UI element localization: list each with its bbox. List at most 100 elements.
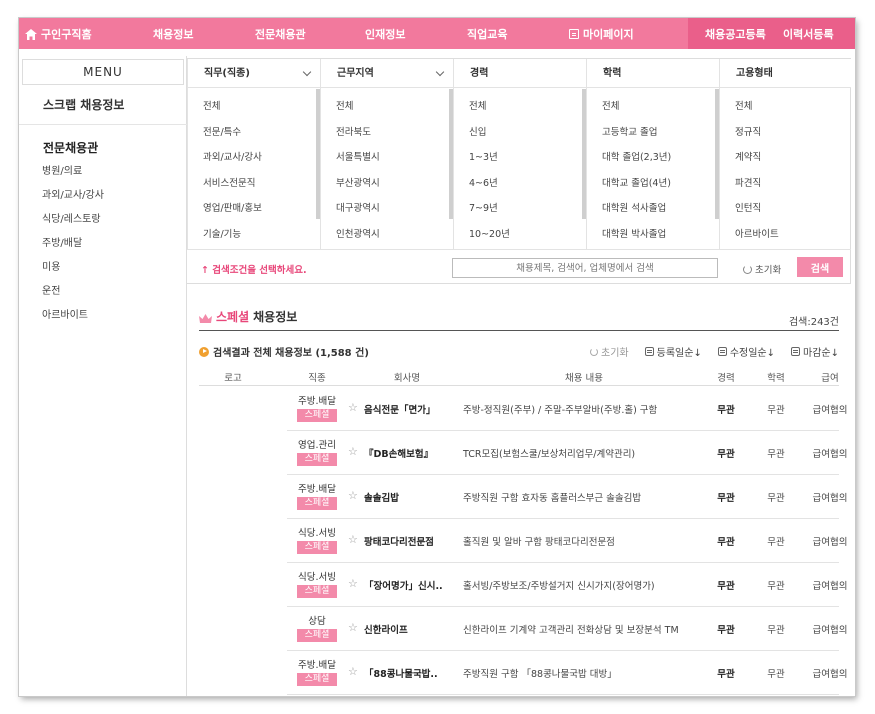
filter-option[interactable]: 전체	[203, 94, 320, 120]
filter-option[interactable]: 전문/특수	[203, 120, 320, 146]
result-summary: 검색결과 전체 채용정보 (1,588 건)	[199, 344, 369, 359]
filter-option[interactable]: 대학교 졸업(4년)	[602, 171, 719, 197]
sidebar-item-medical[interactable]: 병원/의료	[42, 160, 104, 184]
filter-option[interactable]: 계약직	[735, 145, 851, 171]
reset-button[interactable]: 초기화	[743, 262, 781, 276]
filter-option[interactable]: 전체	[735, 94, 851, 120]
sort-reset-button[interactable]: 초기화	[590, 344, 629, 359]
table-row[interactable]: 식당.서빙 스페셜 ☆ 「장어명가」신시.. 홀서빙/주방보조/주방설거지 신시…	[287, 563, 847, 607]
table-row[interactable]: 주방.배달 스페셜 ☆ 솔솔김밥 주방직원 구함 효자동 홈플러스부근 솔솔김밥…	[287, 475, 847, 519]
special-badge: 스페셜	[297, 629, 337, 642]
sort-modified-button[interactable]: 수정일순↓	[717, 344, 775, 359]
company-name[interactable]: 신한라이프	[364, 622, 408, 636]
column-header-company: 회사명	[393, 373, 421, 384]
sidebar-item-tutor[interactable]: 과외/교사/강사	[42, 184, 104, 208]
star-icon[interactable]: ☆	[348, 401, 358, 414]
education: 무관	[767, 490, 793, 504]
filter-option[interactable]: 10~20년	[469, 222, 586, 248]
filter-option[interactable]: 대학 졸업(2,3년)	[602, 145, 719, 171]
star-icon[interactable]: ☆	[348, 489, 358, 502]
star-icon[interactable]: ☆	[348, 577, 358, 590]
company-name[interactable]: 음식전문「면가」	[364, 402, 435, 416]
star-icon[interactable]: ☆	[348, 533, 358, 546]
filter-option[interactable]: 대학원 박사졸업	[602, 222, 719, 248]
nav-post-job[interactable]: 채용공고등록	[705, 26, 766, 42]
company-name[interactable]: 팡태코다리전문점	[364, 534, 434, 548]
filter-option[interactable]: 전체	[336, 94, 453, 120]
sidebar-item-parttime[interactable]: 아르바이트	[42, 304, 104, 328]
filter-option[interactable]: 대학원 석사졸업	[602, 196, 719, 222]
nav-home[interactable]: 구인구직홈	[25, 26, 92, 42]
filter-career-header: 경력	[454, 59, 586, 88]
filter-option[interactable]: 고등학교 졸업	[602, 120, 719, 146]
filter-option[interactable]: 정규직	[735, 120, 851, 146]
nav-specialist[interactable]: 전문채용관	[255, 26, 306, 42]
company-name[interactable]: 「88콩나물국밥..	[364, 666, 438, 680]
filter-option[interactable]: 7~9년	[469, 196, 586, 222]
scrap-jobs-link[interactable]: 스크랩 채용정보	[19, 85, 187, 125]
filter-option[interactable]: 전체	[602, 94, 719, 120]
filter-option[interactable]: 신입	[469, 120, 586, 146]
play-icon	[199, 346, 209, 357]
job-content[interactable]: 주방직원 구함 효자동 홈플러스부근 솔솔김밥	[463, 490, 641, 504]
filter-option[interactable]: 기술/기능	[203, 222, 320, 248]
sidebar-item-kitchen[interactable]: 주방/배달	[42, 232, 104, 256]
salary: 급여협의	[813, 446, 855, 460]
nav-talent[interactable]: 인재정보	[365, 26, 405, 42]
job-content[interactable]: 주방-정직원(주부) / 주말-주부알바(주방.홀) 구함	[463, 402, 657, 416]
company-name[interactable]: 솔솔김밥	[364, 490, 399, 504]
table-row[interactable]: 식당.서빙 스페셜 ☆ 팡태코다리전문점 홀직원 및 알바 구함 팡태코다리전문…	[287, 519, 847, 563]
job-content[interactable]: 홀직원 및 알바 구함 팡태코다리전문점	[463, 534, 615, 548]
nav-mypage[interactable]: 마이페이지	[569, 26, 634, 42]
filter-option[interactable]: 아르바이트	[735, 222, 851, 248]
star-icon[interactable]: ☆	[348, 445, 358, 458]
career-value: 무관	[717, 405, 735, 416]
search-input[interactable]	[452, 258, 718, 278]
filter-option[interactable]: 1~3년	[469, 145, 586, 171]
filter-option[interactable]: 영업/판매/홍보	[203, 196, 320, 222]
nav-education[interactable]: 직업교육	[467, 26, 507, 42]
chevron-down-icon	[435, 67, 445, 77]
filter-option[interactable]: 인턴직	[735, 196, 851, 222]
sidebar-item-driving[interactable]: 운전	[42, 280, 104, 304]
salary: 급여협의	[813, 402, 855, 416]
filter-option[interactable]: 부산광역시	[336, 171, 453, 197]
filter-option[interactable]: 전라북도	[336, 120, 453, 146]
table-row[interactable]: 주방.배달 스페셜 ☆ 음식전문「면가」 주방-정직원(주부) / 주말-주부알…	[287, 387, 847, 431]
sort-deadline-button[interactable]: 마감순↓	[791, 344, 839, 359]
special-title-highlight: 스페셜	[216, 310, 250, 324]
job-type: 식당.서빙	[298, 528, 336, 539]
job-content[interactable]: 주방직원 구함 「88콩나물국밥 대방」	[463, 666, 617, 680]
career-value: 무관	[717, 581, 735, 592]
company-name[interactable]: 『DB손해보험』	[364, 446, 433, 460]
filter-option[interactable]: 전체	[469, 94, 586, 120]
filter-option[interactable]: 4~6년	[469, 171, 586, 197]
job-content[interactable]: TCR모집(보험스쿨/보상처리업무/계약관리)	[463, 446, 635, 460]
sidebar-item-beauty[interactable]: 미용	[42, 256, 104, 280]
table-row[interactable]: 영업.관리 스페셜 ☆ 『DB손해보험』 TCR모집(보험스쿨/보상처리업무/계…	[287, 431, 847, 475]
job-content[interactable]: 홀서빙/주방보조/주방설거지 신시가지(장어명가)	[463, 578, 655, 592]
star-icon[interactable]: ☆	[348, 621, 358, 634]
star-icon[interactable]: ☆	[348, 665, 358, 678]
salary-value: 급여협의	[812, 669, 848, 680]
table-row[interactable]: 주방.배달 스페셜 ☆ 「88콩나물국밥.. 주방직원 구함 「88콩나물국밥 …	[287, 651, 847, 695]
sidebar-item-restaurant[interactable]: 식당/레스토랑	[42, 208, 104, 232]
nav-jobs[interactable]: 채용정보	[153, 26, 193, 42]
search-button[interactable]: 검색	[797, 257, 843, 277]
nav-post-resume[interactable]: 이력서등록	[783, 26, 834, 42]
filter-option[interactable]: 파견직	[735, 171, 851, 197]
crown-icon	[199, 312, 212, 323]
filter-option[interactable]: 인천광역시	[336, 222, 453, 248]
filter-option[interactable]: 과외/교사/강사	[203, 145, 320, 171]
company-name[interactable]: 「장어명가」신시..	[364, 578, 443, 592]
job-content[interactable]: 신한라이프 기계약 고객관리 전화상담 및 보장분석 TM	[463, 622, 679, 636]
filter-region-header[interactable]: 근무지역	[321, 59, 453, 88]
filter-option[interactable]: 서울특별시	[336, 145, 453, 171]
sidebar-section-title: 전문채용관	[43, 141, 99, 155]
filter-option[interactable]: 서비스전문직	[203, 171, 320, 197]
special-count: 검색:243건	[788, 317, 839, 328]
filter-option[interactable]: 대구광역시	[336, 196, 453, 222]
sort-registered-button[interactable]: 등록일순↓	[644, 344, 702, 359]
filter-job-header[interactable]: 직무(직종)	[188, 59, 320, 88]
table-row[interactable]: 상담 스페셜 ☆ 신한라이프 신한라이프 기계약 고객관리 전화상담 및 보장분…	[287, 607, 847, 651]
